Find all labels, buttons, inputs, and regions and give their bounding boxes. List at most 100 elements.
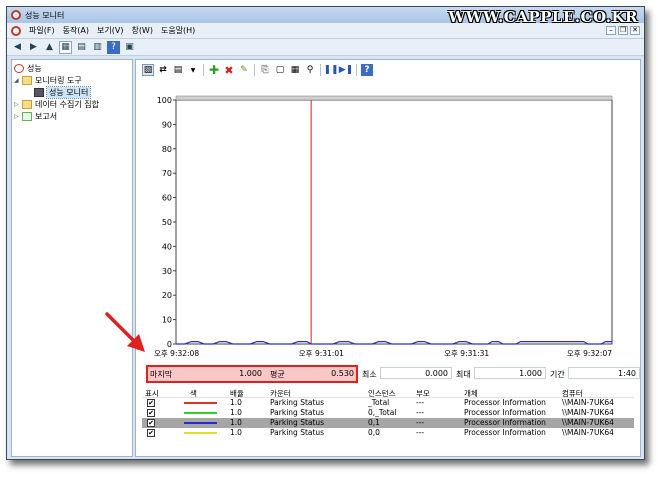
console-icon[interactable]: ▣ [123, 41, 136, 54]
dropdown-arrow-icon[interactable]: ▼ [187, 64, 199, 76]
x-tick-label: 오후 9:31:01 [299, 349, 344, 358]
collapse-arrow-icon[interactable]: ▷ [14, 101, 22, 108]
highlight-icon[interactable]: ✎ [238, 64, 250, 76]
instance-cell: _Total [368, 398, 390, 407]
update-data-icon[interactable]: ▶❚ [339, 64, 353, 76]
menu-window[interactable]: 창(W) [131, 25, 153, 36]
show-checkbox[interactable]: ✔ [147, 429, 155, 437]
table-row[interactable]: ✔ 1.0 Parking Status 0,0 --- Processor Inform… [142, 428, 634, 438]
y-tick-label: 40 [162, 242, 172, 251]
tree-item-performance-monitor[interactable]: 성능 모니터 [34, 86, 92, 99]
y-tick-label: 20 [162, 291, 172, 300]
scale-cell: 1.0 [230, 408, 242, 417]
parent-cell: --- [416, 408, 425, 417]
last-label: 마지막 [150, 370, 173, 379]
mdi-controls: – ❐ ✕ [606, 26, 640, 35]
maximum-value: 1.000 [474, 367, 546, 379]
scale-cell: 1.0 [230, 418, 242, 427]
tree-item-data-collector-sets[interactable]: ▷ 데이터 수집기 집합 [14, 99, 99, 110]
color-swatch [184, 432, 217, 434]
x-tick-label: 오후 9:31:31 [444, 349, 489, 358]
tree-item-label: 성능 모니터 [45, 86, 92, 99]
table-row[interactable]: ✔ 1.0 Parking Status _Total --- Processor Inf… [142, 398, 634, 408]
scale-cell: 1.0 [230, 428, 242, 437]
show-checkbox[interactable]: ✔ [147, 419, 155, 427]
computer-cell: \\MAIN-7UK64 [562, 418, 614, 427]
object-cell: Processor Information [464, 398, 546, 407]
delete-counter-icon[interactable]: ✖ [223, 64, 235, 77]
back-arrow-icon[interactable]: ◀ [11, 41, 24, 54]
parent-cell: --- [416, 418, 425, 427]
table-row[interactable]: ✔ 1.0 Parking Status 0,1 --- Processor Inform… [142, 418, 634, 428]
main-toolbar: ◀ ▶ ▲ ▦ ▤ ▥ ? ▣ [7, 39, 644, 56]
zoom-icon[interactable]: ⚲ [304, 64, 316, 76]
minimum-value: 0.000 [380, 367, 452, 379]
restore-icon[interactable]: ❐ [618, 26, 628, 35]
graph-toolbar: ▧ ⇄ ▤ ▼ ✚ ✖ ✎ ⎘ ▢ ▦ ⚲ ❚❚ ▶❚ ? [142, 62, 373, 78]
instance-cell: 0,0 [368, 428, 380, 437]
annotation-arrow-icon [105, 312, 145, 352]
instance-cell: 0,_Total [368, 408, 397, 417]
freeze-display-icon[interactable]: ❚❚ [323, 64, 338, 76]
tree-item-reports[interactable]: ▷ 보고서 [14, 111, 57, 122]
counter-cell: Parking Status [270, 428, 325, 437]
show-checkbox[interactable]: ✔ [147, 399, 155, 407]
tree-item-label: 모니터링 도구 [35, 76, 82, 85]
copy-properties-icon[interactable]: ⎘ [259, 64, 271, 76]
y-tick-label: 30 [162, 267, 172, 276]
duration-label: 기간 [550, 370, 565, 379]
x-tick-label: 오후 9:32:08 [154, 349, 199, 358]
up-folder-icon[interactable]: ▲ [43, 41, 56, 54]
y-tick-label: 70 [162, 169, 172, 178]
object-cell: Processor Information [464, 408, 546, 417]
y-tick-label: 10 [162, 316, 172, 325]
collapse-arrow-icon[interactable]: ▷ [14, 113, 22, 120]
performance-icon[interactable] [11, 25, 21, 36]
show-checkbox[interactable]: ✔ [147, 409, 155, 417]
x-tick-label: 오후 9:32:07 [567, 349, 612, 358]
color-swatch [184, 412, 217, 414]
tree-item-monitoring-tools[interactable]: ◢ 모니터링 도구 [14, 75, 82, 86]
show-tree-icon[interactable]: ▦ [59, 40, 72, 54]
close-icon[interactable]: ✕ [630, 26, 640, 35]
menu-file[interactable]: 파일(F) [29, 25, 55, 36]
menu-action[interactable]: 동작(A) [63, 25, 89, 36]
menu-help[interactable]: 도움말(H) [161, 25, 195, 36]
properties-icon[interactable]: ▦ [289, 64, 301, 76]
performance-chart: 0 10 20 30 40 50 60 70 80 90 100 오후 9:32:08 오후 9:31:… [154, 95, 613, 358]
object-cell: Processor Information [464, 428, 546, 437]
menu-view[interactable]: 보기(V) [97, 25, 123, 36]
tree-item-performance[interactable]: 성능 [14, 63, 42, 74]
performance-monitor-pane: ▧ ⇄ ▤ ▼ ✚ ✖ ✎ ⎘ ▢ ▦ ⚲ ❚❚ ▶❚ ? 0 10 20 30 40 5… [135, 59, 641, 457]
instance-cell: 0,1 [368, 418, 380, 427]
expand-arrow-icon[interactable]: ◢ [14, 77, 22, 84]
last-value: 1.000 [239, 369, 262, 378]
view-log-data-icon[interactable]: ⇄ [157, 64, 169, 76]
minimum-label: 최소 [362, 370, 377, 379]
view-current-activity-icon[interactable]: ▧ [142, 64, 154, 76]
table-row[interactable]: ✔ 1.0 Parking Status 0,_Total --- Processor I… [142, 408, 634, 418]
paste-counter-list-icon[interactable]: ▢ [274, 64, 286, 76]
y-tick-label: 50 [162, 218, 172, 227]
table-header: 표시 색 배율 카운터 인스턴스 부모 개체 컴퓨터 [142, 388, 634, 398]
color-swatch [184, 402, 217, 404]
print-icon[interactable]: ▥ [91, 41, 104, 54]
color-swatch [184, 422, 217, 424]
average-value: 0.530 [331, 369, 354, 378]
performance-icon [14, 64, 24, 73]
object-cell: Processor Information [464, 418, 546, 427]
counter-legend-table: 표시 색 배율 카운터 인스턴스 부모 개체 컴퓨터 ✔ 1.0 Parking S… [142, 388, 634, 444]
y-tick-label: 80 [162, 145, 172, 154]
forward-arrow-icon[interactable]: ▶ [27, 41, 40, 54]
help-icon[interactable]: ? [361, 64, 373, 76]
properties-icon[interactable]: ▤ [75, 41, 88, 54]
collector-icon [22, 100, 32, 109]
navigation-tree: 성능 ◢ 모니터링 도구 성능 모니터 ▷ 데이터 수집기 집합 ▷ 보고서 [11, 59, 133, 457]
minimize-icon[interactable]: – [606, 26, 616, 35]
plot-area [175, 99, 613, 345]
add-counter-icon[interactable]: ✚ [208, 63, 220, 77]
help-icon[interactable]: ? [107, 40, 120, 54]
change-graph-type-icon[interactable]: ▤ [172, 64, 184, 76]
counter-cell: Parking Status [270, 408, 325, 417]
computer-cell: \\MAIN-7UK64 [562, 398, 614, 407]
